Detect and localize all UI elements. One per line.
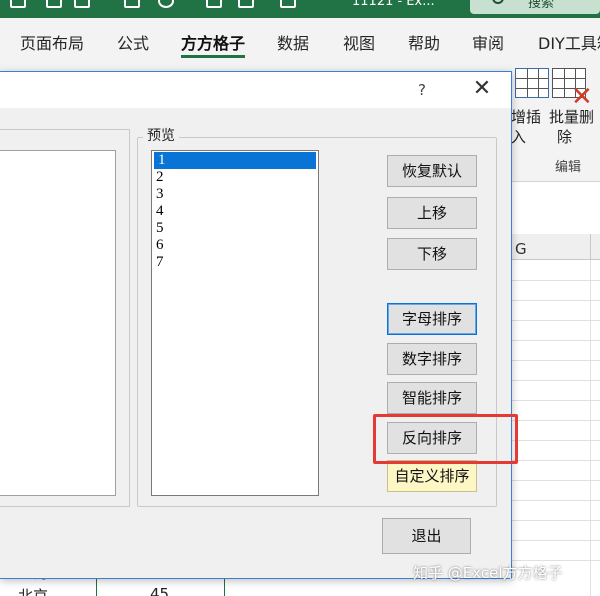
highlight-box	[373, 414, 518, 464]
bulk-delete-label-1: 批量删	[549, 108, 595, 126]
camera-icon[interactable]	[124, 0, 140, 8]
tab-data[interactable]: 数据	[277, 30, 309, 54]
list-item[interactable]: 4	[152, 203, 318, 220]
gridline	[511, 520, 600, 521]
list-item[interactable]: 5	[152, 220, 318, 237]
move-up-button[interactable]: 上移	[387, 197, 477, 229]
list-item[interactable]: 7	[152, 254, 318, 271]
text-box-icon[interactable]	[206, 0, 222, 8]
gridline	[511, 460, 600, 461]
insert-label-2: 入	[511, 128, 527, 146]
tab-help[interactable]: 帮助	[408, 30, 440, 54]
tab-page-layout[interactable]: 页面布局	[20, 30, 84, 54]
active-tab-underline	[181, 55, 245, 58]
tab-diy-toolbox[interactable]: DIY工具箱	[538, 30, 600, 54]
source-group	[0, 129, 130, 507]
numeric-sort-button[interactable]: 数字排序	[387, 343, 477, 375]
preview-listbox[interactable]: 1 2 3 4 5 6 7	[151, 150, 319, 496]
gridline	[511, 400, 600, 401]
table-icon[interactable]	[46, 0, 62, 8]
smart-sort-button[interactable]: 智能排序	[387, 382, 477, 414]
format-painter-icon[interactable]	[280, 0, 296, 8]
search-label: 搜索	[528, 0, 555, 11]
insert-cells-icon	[515, 68, 549, 98]
window-title: 11121 - Ex...	[352, 0, 435, 9]
preview-label: 预览	[143, 125, 179, 145]
column-divider	[590, 234, 591, 260]
save-icon[interactable]	[10, 0, 26, 8]
gridline	[511, 540, 600, 541]
bulk-delete-label-2: 除	[557, 128, 573, 146]
search-box[interactable]: 搜索	[470, 0, 600, 14]
grid-icon[interactable]	[74, 0, 90, 8]
cell-beijing[interactable]: 北京	[18, 585, 48, 596]
tab-view[interactable]: 视图	[343, 30, 375, 54]
gridline	[511, 280, 600, 281]
excel-title-bar: 11121 - Ex... 搜索	[0, 0, 600, 18]
close-icon[interactable]: ✕	[470, 76, 494, 102]
column-header-g[interactable]: G	[515, 240, 527, 258]
list-item[interactable]: 2	[152, 169, 318, 186]
source-listbox[interactable]	[0, 150, 116, 496]
gridline	[511, 380, 600, 381]
gridline-vertical	[590, 260, 591, 596]
gridline	[511, 560, 600, 561]
watermark: 知乎 @Excel方方格子	[413, 564, 563, 582]
dialog-title-bar[interactable]: ? ✕	[0, 72, 511, 108]
gridline	[511, 440, 600, 441]
list-item[interactable]: 1	[154, 152, 316, 169]
gridline	[511, 360, 600, 361]
gridline	[511, 500, 600, 501]
shape-icon[interactable]	[158, 0, 174, 8]
tab-formulas[interactable]: 公式	[117, 30, 149, 54]
move-down-button[interactable]: 下移	[387, 238, 477, 270]
help-button[interactable]: ?	[418, 81, 426, 99]
tab-review[interactable]: 审阅	[472, 30, 504, 54]
search-icon	[492, 0, 504, 4]
insert-label-1: 增插	[511, 108, 542, 126]
gridline	[511, 320, 600, 321]
alpha-sort-button[interactable]: 字母排序	[387, 303, 477, 335]
gridline	[511, 420, 600, 421]
gridline	[511, 340, 600, 341]
custom-sort-button[interactable]: 自定义排序	[387, 460, 477, 492]
list-item[interactable]: 3	[152, 186, 318, 203]
exit-button[interactable]: 退出	[382, 518, 471, 554]
ribbon-group-label: 编辑	[555, 160, 582, 175]
list-item[interactable]: 6	[152, 237, 318, 254]
ribbon-tabs: 页面布局 公式 方方格子 数据 视图 帮助 审阅 DIY工具箱	[0, 18, 600, 62]
gridline	[511, 480, 600, 481]
gridline	[511, 300, 600, 301]
sort-dialog: ? ✕ 预览 1 2 3 4 5 6 7 恢复默认 上移 下移 字母排序 数字排…	[0, 71, 512, 579]
restore-default-button[interactable]: 恢复默认	[387, 155, 477, 187]
chart-icon[interactable]	[238, 0, 254, 8]
cell-value-45[interactable]: 45	[150, 585, 169, 596]
tab-fangfang[interactable]: 方方格子	[181, 30, 245, 54]
